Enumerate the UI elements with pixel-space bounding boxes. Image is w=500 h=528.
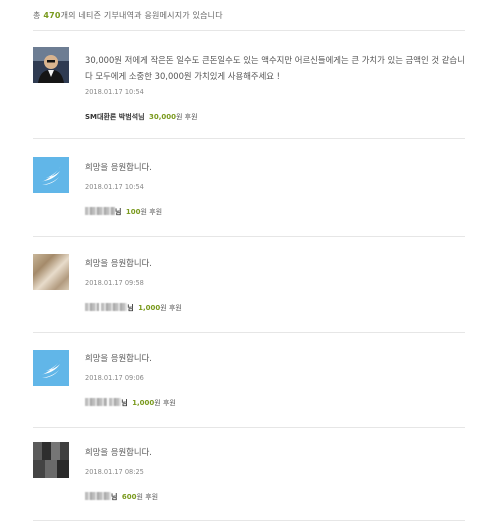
cheer-message: 30,000원 저에게 작은돈 일수도 큰돈일수도 있는 액수지만 어르신들에게… (85, 55, 465, 81)
cheer-message: 희망을 응원합니다. (85, 447, 152, 457)
blurred-donor-name (109, 398, 122, 406)
summary-prefix: 총 (33, 11, 44, 20)
blurred-donor-name (101, 303, 128, 311)
donor-line: 님 1,000원 후원 (85, 303, 182, 313)
donation-amount: 30,000 (148, 113, 176, 121)
entry-date: 2018.01.17 10:54 (85, 183, 144, 191)
avatar (33, 254, 69, 290)
donation-amount: 100 (125, 208, 141, 216)
avatar (33, 157, 69, 193)
divider (33, 332, 465, 333)
donation-amount-suffix: 원 후원 (176, 113, 198, 121)
entry-date: 2018.01.17 09:06 (85, 374, 144, 382)
donor-name: 님 (127, 304, 134, 312)
person-photo-icon (33, 47, 69, 83)
divider (33, 236, 465, 237)
cheer-message: 희망을 응원합니다. (85, 353, 152, 363)
blurred-donor-name (85, 492, 111, 500)
donation-amount: 1,000 (138, 304, 161, 312)
donation-amount: 600 (121, 493, 137, 501)
donation-amount-suffix: 원 후원 (160, 304, 182, 312)
divider (33, 30, 465, 31)
donation-amount-suffix: 원 후원 (140, 208, 163, 216)
donor-line: 님 600원 후원 (85, 492, 158, 502)
donor-name: 님 (121, 399, 128, 407)
donor-name: 님 (111, 493, 118, 501)
entry-date: 2018.01.17 10:54 (85, 88, 144, 96)
avatar (33, 47, 69, 83)
donor-name: SM대환론 박범석님 (85, 113, 145, 121)
avatar (33, 350, 69, 386)
donation-amount-suffix: 원 후원 (154, 399, 176, 407)
cheer-message: 희망을 응원합니다. (85, 258, 152, 268)
donation-summary: 총 470개의 네티즌 기부내역과 응원메시지가 있습니다 (33, 10, 223, 21)
donor-line: 님 1,000원 후원 (85, 398, 176, 408)
donation-amount: 1,000 (132, 399, 155, 407)
summary-count: 470 (43, 11, 61, 20)
divider (33, 427, 465, 428)
entry-date: 2018.01.17 09:58 (85, 279, 144, 287)
summary-suffix: 개의 네티즌 기부내역과 응원메시지가 있습니다 (60, 11, 223, 20)
cheer-message: 희망을 응원합니다. (85, 162, 152, 172)
wing-icon (41, 359, 61, 378)
donor-name: 님 (115, 208, 122, 216)
donation-amount-suffix: 원 후원 (136, 493, 159, 501)
divider (33, 520, 465, 521)
entry-date: 2018.01.17 08:25 (85, 468, 144, 476)
blurred-donor-name (85, 303, 99, 311)
donor-line: SM대환론 박범석님 30,000원 후원 (85, 112, 198, 122)
blurred-donor-name (85, 207, 115, 215)
avatar (33, 442, 69, 478)
wing-icon (41, 166, 61, 185)
donor-line: 님 100원 후원 (85, 207, 162, 217)
blurred-donor-name (85, 398, 107, 406)
divider (33, 138, 465, 139)
